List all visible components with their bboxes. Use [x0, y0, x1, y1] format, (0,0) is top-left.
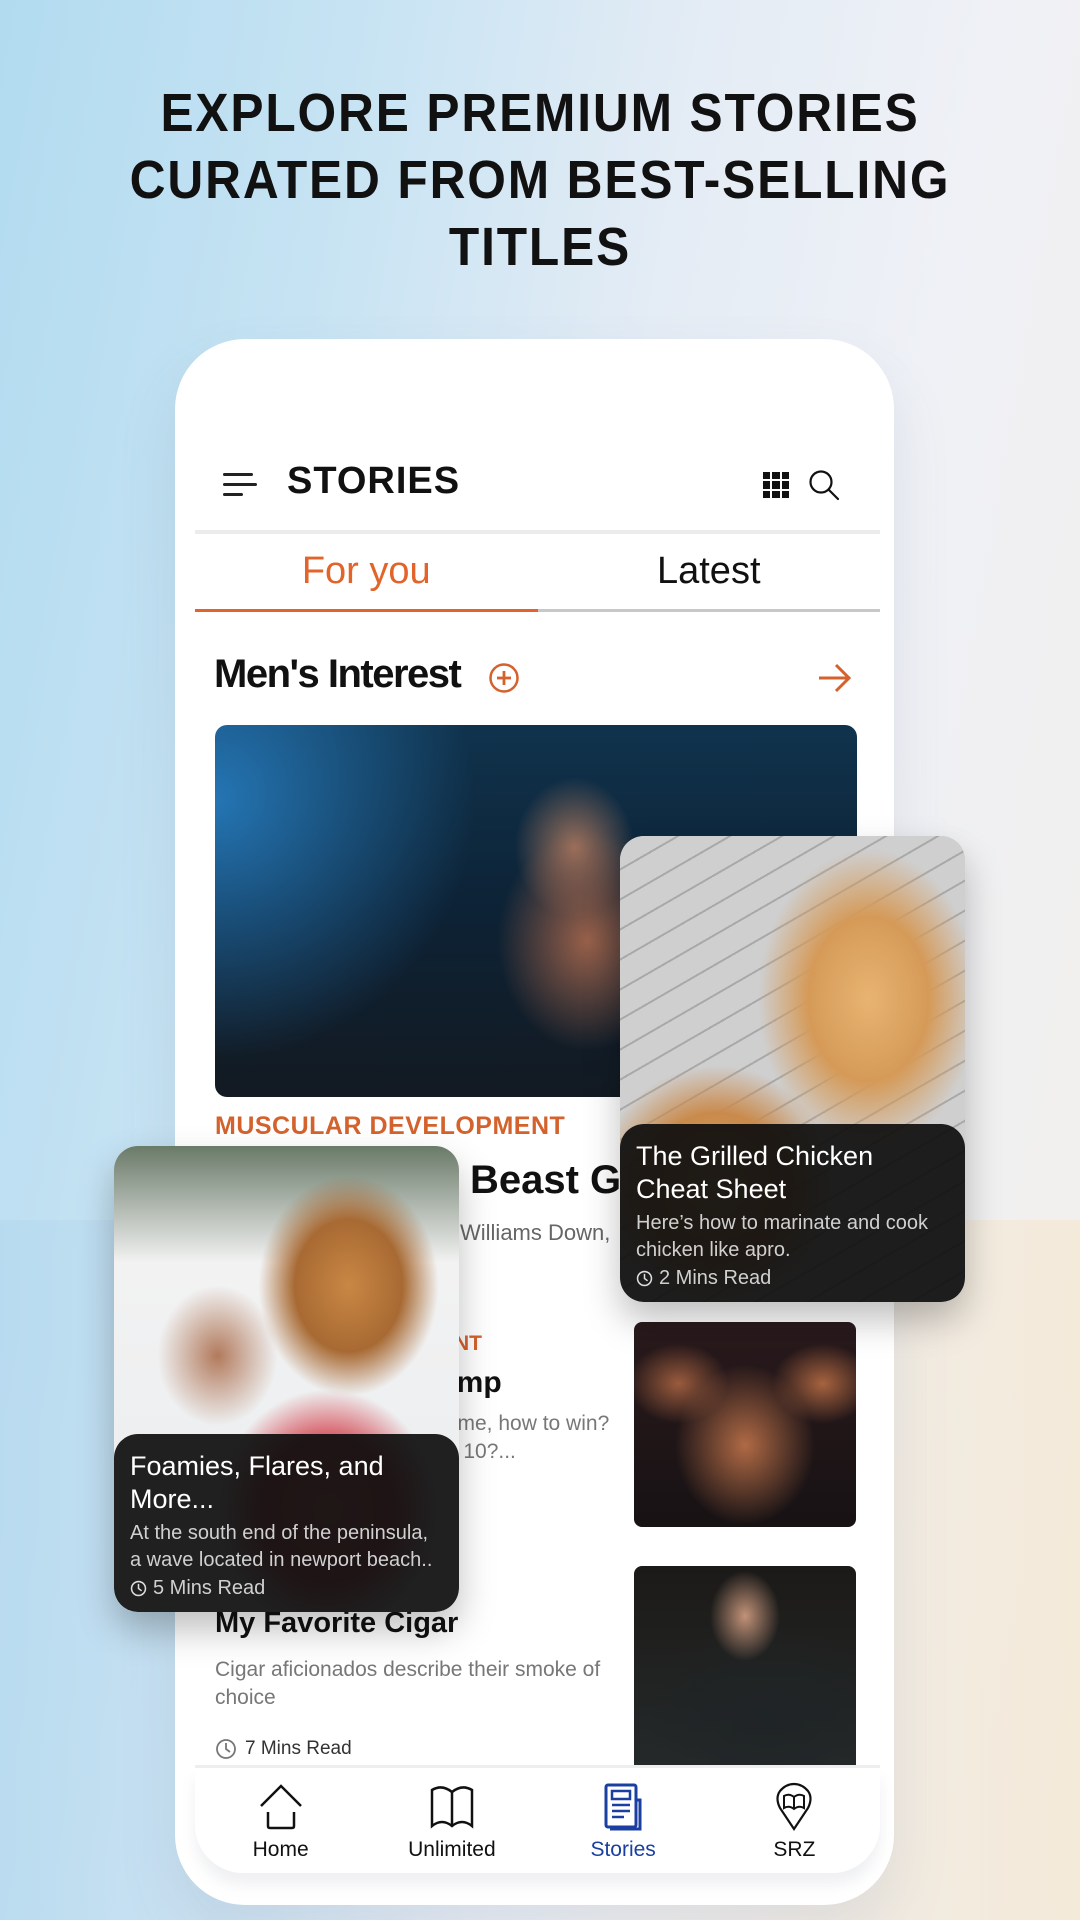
read-time: 5 Mins Read	[130, 1577, 443, 1600]
card-title: Foamies, Flares, and More...	[130, 1451, 384, 1514]
story-kicker: MUSCULAR DEVELOPMENT	[215, 1112, 566, 1140]
clock-icon	[130, 1580, 147, 1597]
app-header: STORIES	[195, 450, 880, 530]
promo-headline: EXPLORE PREMIUM STORIES CURATED FROM BES…	[129, 83, 951, 277]
section-header: Men's Interest	[214, 648, 854, 708]
tab-latest[interactable]: Latest	[537, 534, 880, 612]
home-icon	[259, 1784, 302, 1830]
nav-label: SRZ	[773, 1838, 816, 1861]
read-time-label: 5 Mins Read	[153, 1577, 266, 1599]
clock-icon	[216, 1739, 236, 1759]
read-time: 2 Mins Read	[636, 1267, 949, 1290]
newspaper-icon	[604, 1783, 642, 1831]
story-item-cigar[interactable]: My Favorite Cigar Cigar aficionados desc…	[215, 1607, 615, 1760]
read-time-label: 7 Mins Read	[245, 1738, 352, 1759]
story-thumbnail-cigar[interactable]	[634, 1566, 856, 1766]
story-subtitle: Williams Down,	[460, 1220, 611, 1245]
book-open-icon	[430, 1786, 474, 1829]
story-tabs: For you Latest	[195, 530, 880, 612]
menu-icon[interactable]	[223, 470, 257, 500]
nav-home[interactable]: Home	[195, 1768, 366, 1873]
nav-label: Home	[252, 1838, 309, 1861]
nav-label: Unlimited	[408, 1838, 496, 1861]
plus-circle-icon[interactable]	[488, 662, 520, 694]
clock-icon	[636, 1270, 653, 1287]
nav-unlimited[interactable]: Unlimited	[366, 1768, 537, 1873]
app-title: STORIES	[287, 460, 461, 502]
featured-card-surf[interactable]: Foamies, Flares, and More... At the sout…	[114, 1146, 459, 1612]
story-subtitle: Cigar aficionados describe their smoke o…	[215, 1658, 601, 1709]
story-title[interactable]: Beast Ga	[470, 1158, 620, 1203]
section-title: Men's Interest	[214, 652, 462, 696]
arrow-right-icon[interactable]	[816, 660, 852, 696]
card-info: Foamies, Flares, and More... At the sout…	[114, 1434, 459, 1612]
grid-icon[interactable]	[763, 472, 789, 498]
card-subtitle: At the south end of the peninsula, a wav…	[130, 1522, 433, 1571]
nav-srz[interactable]: SRZ	[709, 1768, 880, 1873]
featured-card-chicken[interactable]: The Grilled Chicken Cheat Sheet Here’s h…	[620, 836, 965, 1302]
nav-stories[interactable]: Stories	[538, 1768, 709, 1873]
card-info: The Grilled Chicken Cheat Sheet Here’s h…	[620, 1124, 965, 1302]
story-thumbnail-bodybuilder[interactable]	[634, 1322, 856, 1527]
nav-label: Stories	[590, 1838, 656, 1861]
bottom-navigation: Home Unlimited Stories SRZ	[195, 1768, 880, 1873]
card-subtitle: Here’s how to marinate and cook chicken …	[636, 1212, 929, 1261]
map-pin-book-icon	[776, 1782, 812, 1831]
read-time-label: 2 Mins Read	[659, 1267, 772, 1289]
read-time: 7 Mins Read	[215, 1738, 615, 1760]
story-subtitle: g me, how to win? 5, 10?...	[440, 1412, 610, 1463]
search-icon[interactable]	[807, 468, 841, 502]
card-title: The Grilled Chicken Cheat Sheet	[636, 1141, 874, 1204]
tab-for-you[interactable]: For you	[195, 534, 538, 612]
